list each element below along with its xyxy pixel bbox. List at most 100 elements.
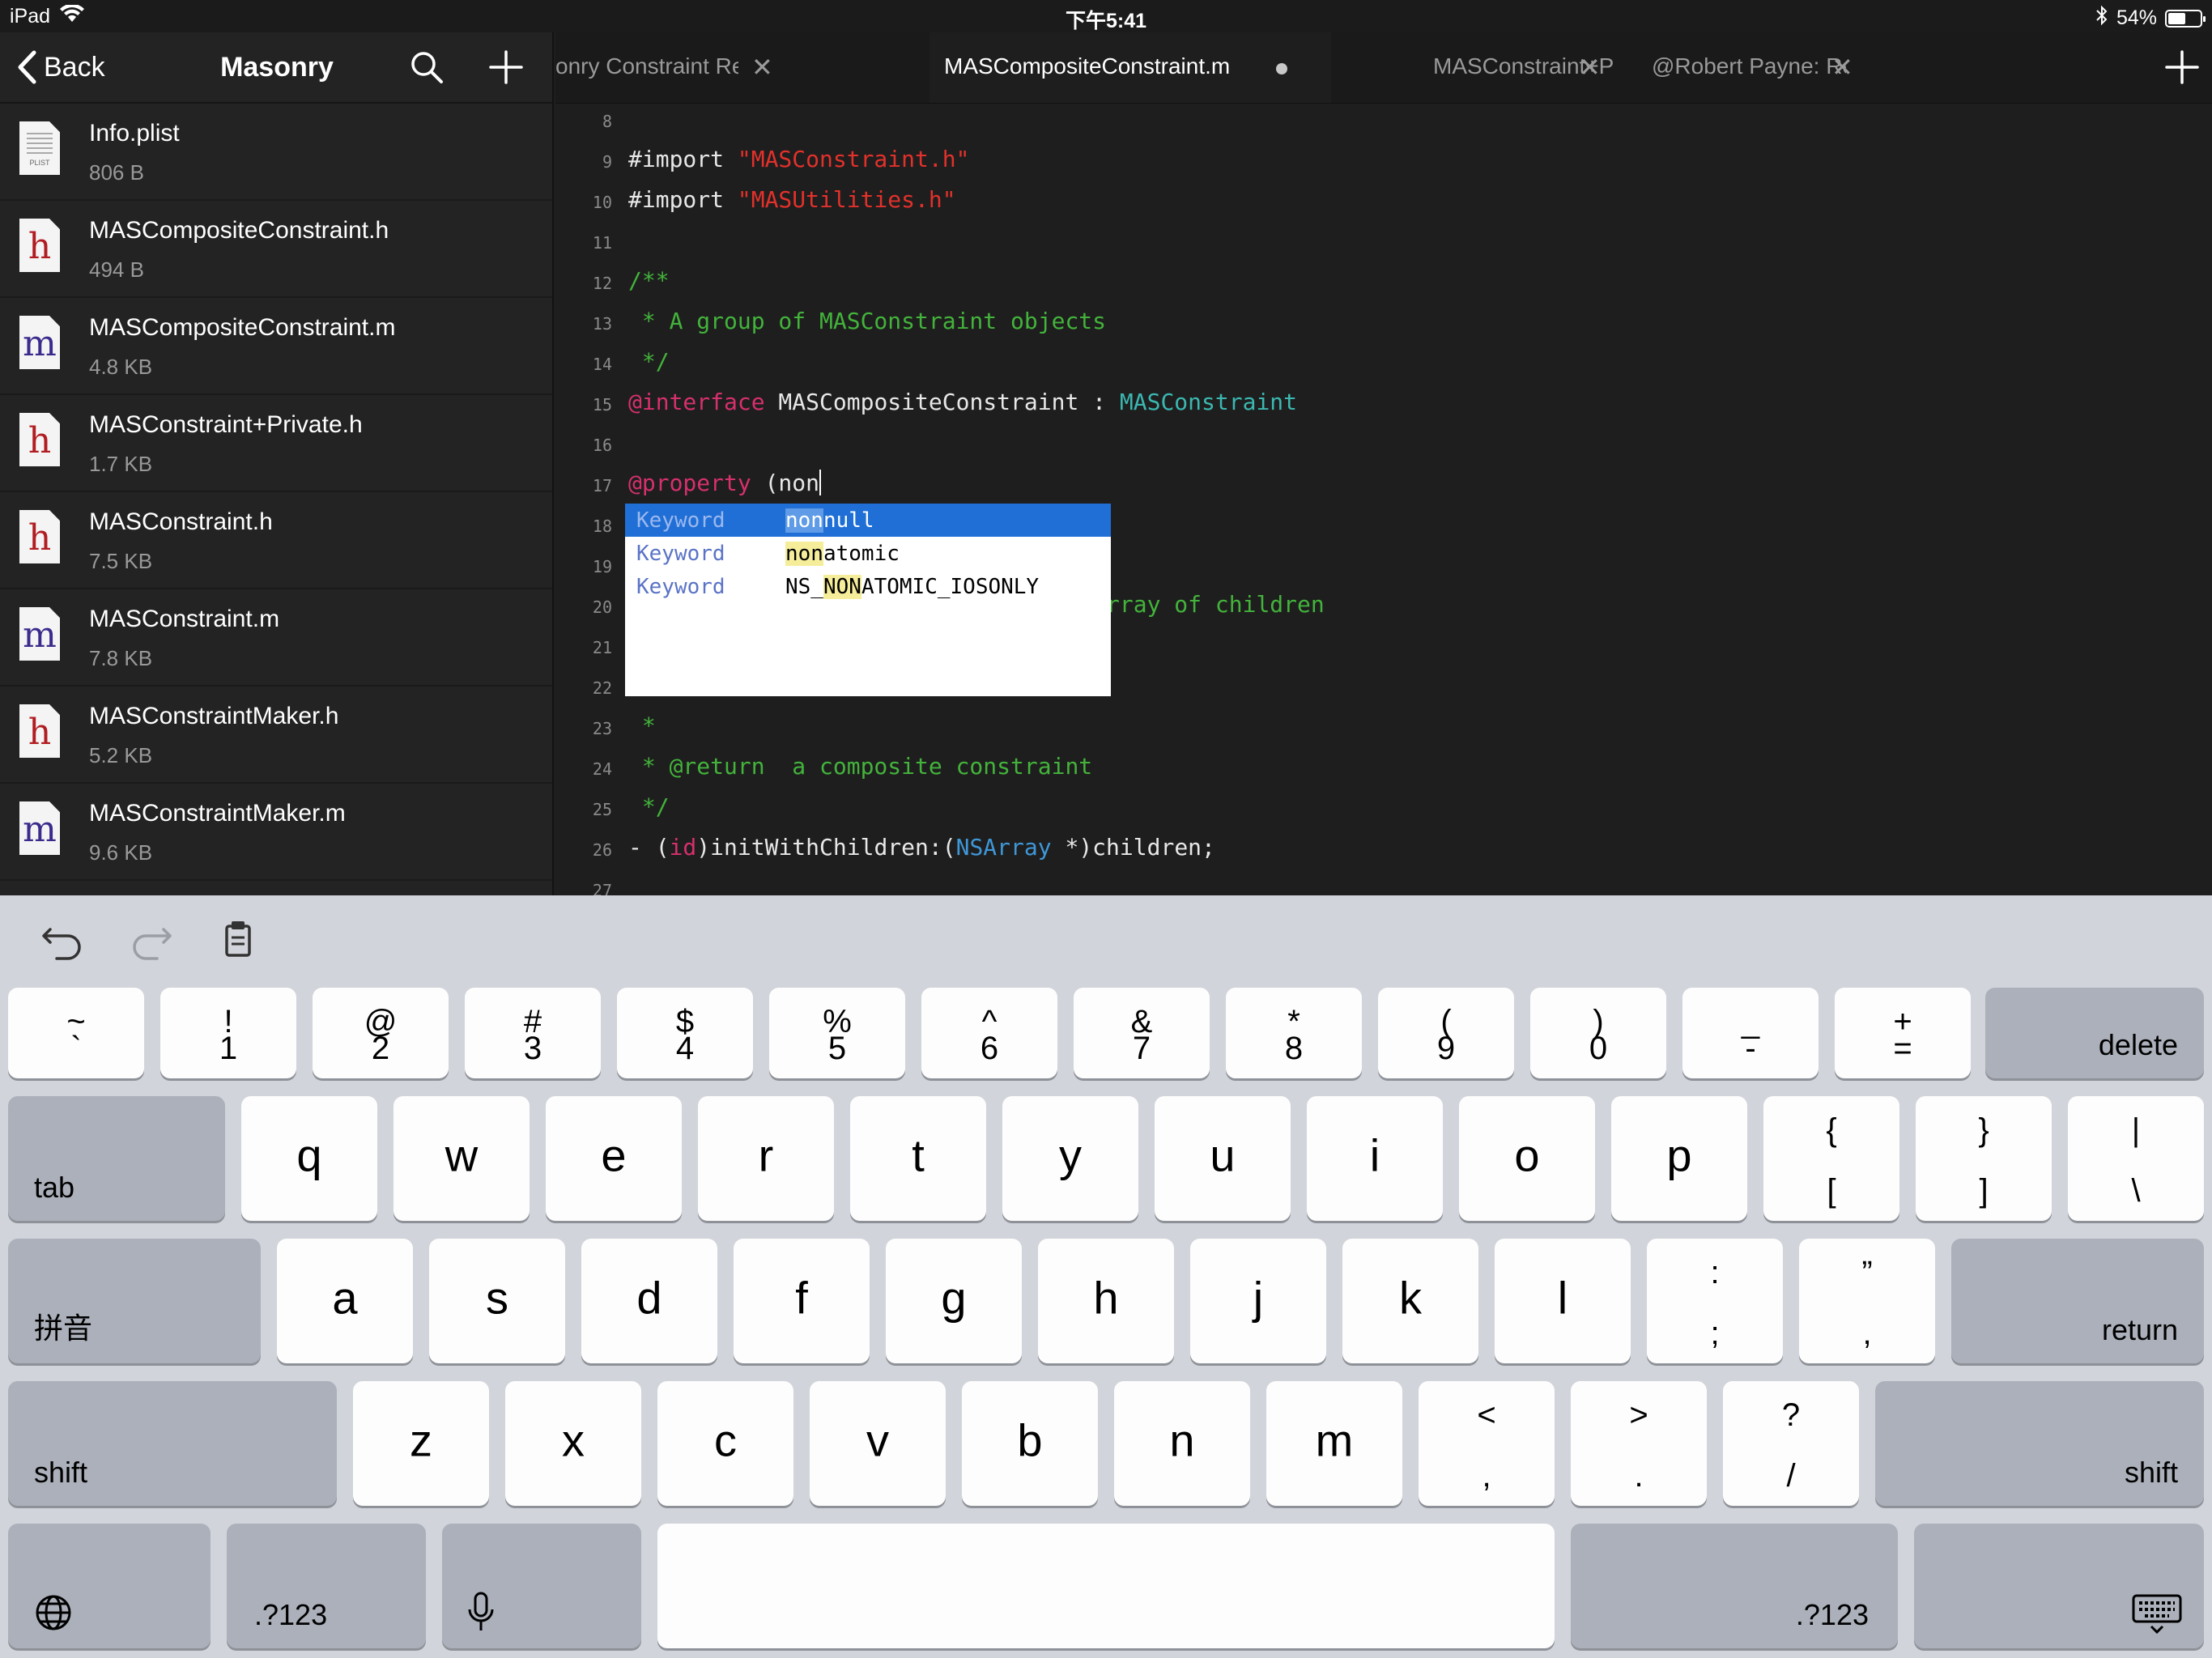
key-4[interactable]: $4 — [617, 988, 753, 1078]
key-t[interactable]: t — [850, 1096, 986, 1221]
key-=[interactable]: + = — [1835, 988, 1971, 1078]
code-text: * — [628, 712, 656, 739]
space-key[interactable] — [657, 1524, 1555, 1648]
key-punct[interactable]: :; — [1647, 1239, 1783, 1363]
key-s[interactable]: s — [429, 1239, 565, 1363]
file-item[interactable]: m MASConstraint.m 7.8 KB — [0, 589, 552, 687]
key-c[interactable]: c — [657, 1381, 793, 1506]
code-line: 14 */ — [555, 342, 2212, 382]
autocomplete-item[interactable]: Keyword nonnull — [625, 504, 1111, 537]
tab[interactable]: MASConstraint+Private.h✕ — [1373, 32, 1613, 103]
key-y[interactable]: y — [1002, 1096, 1138, 1221]
shift-left-key[interactable]: shift — [8, 1381, 337, 1506]
key-i[interactable]: i — [1307, 1096, 1443, 1221]
key-g[interactable]: g — [886, 1239, 1022, 1363]
file-item[interactable]: m MASCompositeConstraint.m 4.8 KB — [0, 298, 552, 395]
numbers-key-right[interactable]: .?123 — [1571, 1524, 1898, 1648]
globe-key[interactable] — [8, 1524, 211, 1648]
line-number: 26 — [592, 840, 612, 860]
delete-key[interactable]: delete — [1985, 988, 2204, 1078]
key-0[interactable]: ) 0 — [1530, 988, 1666, 1078]
key-9[interactable]: (9 — [1378, 988, 1514, 1078]
hide-keyboard-key[interactable] — [1914, 1524, 2204, 1648]
back-button[interactable]: Back — [16, 50, 105, 84]
paste-icon[interactable] — [215, 916, 261, 962]
key-2[interactable]: @2 — [313, 988, 449, 1078]
key-e[interactable]: e — [546, 1096, 682, 1221]
key-p[interactable]: p — [1611, 1096, 1747, 1221]
key-x[interactable]: x — [505, 1381, 641, 1506]
key-char: a — [332, 1272, 358, 1324]
key-3[interactable]: #3 — [465, 988, 601, 1078]
key-shift-char: } — [1978, 1112, 1989, 1148]
close-tab-icon[interactable]: ✕ — [1831, 52, 1853, 83]
file-item[interactable]: PLIST Info.plist 806 B — [0, 104, 552, 201]
file-item[interactable]: m MASConstraintMaker.m 9.6 KB — [0, 784, 552, 881]
line-number: 12 — [592, 274, 612, 293]
key-label: .?123 — [254, 1598, 328, 1631]
key-h[interactable]: h — [1038, 1239, 1174, 1363]
code-token: /** — [628, 267, 670, 294]
key-punct[interactable]: ”, — [1799, 1239, 1935, 1363]
key-`[interactable]: ~ ` — [8, 988, 144, 1078]
add-file-icon[interactable] — [487, 49, 525, 86]
key-l[interactable]: l — [1495, 1239, 1631, 1363]
new-tab-icon[interactable] — [2163, 49, 2201, 86]
file-item[interactable]: h MASCompositeConstraint.h 494 B — [0, 201, 552, 298]
tab[interactable]: sonry Constraint Remake.... ✕ — [555, 32, 781, 103]
key-v[interactable]: v — [810, 1381, 946, 1506]
file-icon-glyph: h — [28, 517, 52, 559]
file-item[interactable]: h MASConstraint.h 7.5 KB — [0, 492, 552, 589]
key-punct[interactable]: <, — [1419, 1381, 1555, 1506]
key-1[interactable]: ! 1 — [160, 988, 296, 1078]
key-char: - — [1745, 1031, 1756, 1066]
code-line: 26 - (id)initWithChildren:(NSArray *)chil… — [555, 827, 2212, 868]
key-k[interactable]: k — [1342, 1239, 1478, 1363]
autocomplete-item[interactable]: Keyword NS_NONATOMIC_IOSONLY — [625, 570, 1111, 603]
key-f[interactable]: f — [734, 1239, 870, 1363]
file-item[interactable]: h MASConstraintMaker.h 5.2 KB — [0, 687, 552, 784]
pinyin-key[interactable]: 拼音 — [8, 1239, 261, 1363]
undo-icon[interactable] — [40, 916, 86, 962]
key-b[interactable]: b — [962, 1381, 1098, 1506]
search-icon[interactable] — [408, 49, 445, 86]
autocomplete-item[interactable]: Keyword nonatomic — [625, 537, 1111, 570]
redo-icon[interactable] — [128, 916, 173, 962]
key-5[interactable]: % 5 — [769, 988, 905, 1078]
close-tab-icon[interactable]: ✕ — [751, 52, 773, 83]
file-item[interactable]: h MASConstraint+Private.h 1.7 KB — [0, 395, 552, 492]
key-bracket[interactable]: {[ — [1763, 1096, 1899, 1221]
tab[interactable]: @Robert Payne: Revert "Set...✕ — [1623, 32, 1861, 103]
key-char: z — [410, 1414, 432, 1466]
key-label: shift — [34, 1456, 88, 1489]
shift-right-key[interactable]: shift — [1875, 1381, 2204, 1506]
key-punct[interactable]: ? / — [1723, 1381, 1859, 1506]
key-char: , — [1862, 1316, 1872, 1351]
dictation-key[interactable] — [442, 1524, 641, 1648]
key-u[interactable]: u — [1155, 1096, 1291, 1221]
key-z[interactable]: z — [353, 1381, 489, 1506]
back-label: Back — [44, 51, 105, 83]
code-editor[interactable]: 8 9 #import "MASConstraint.h" 10 #import "MA… — [555, 104, 2212, 895]
key-n[interactable]: n — [1114, 1381, 1250, 1506]
key-d[interactable]: d — [581, 1239, 717, 1363]
key--[interactable]: _ - — [1682, 988, 1819, 1078]
key-6[interactable]: ^ 6 — [921, 988, 1057, 1078]
key-j[interactable]: j — [1190, 1239, 1326, 1363]
key-punct[interactable]: >. — [1571, 1381, 1707, 1506]
close-tab-icon[interactable]: ✕ — [1579, 52, 1601, 83]
key-bracket[interactable]: }] — [1916, 1096, 2052, 1221]
key-8[interactable]: * 8 — [1226, 988, 1362, 1078]
tab[interactable]: MASCompositeConstraint.m — [929, 32, 1331, 103]
tab-key[interactable]: tab — [8, 1096, 225, 1221]
key-7[interactable]: & 7 — [1074, 988, 1210, 1078]
key-m[interactable]: m — [1266, 1381, 1402, 1506]
key-w[interactable]: w — [393, 1096, 530, 1221]
key-o[interactable]: o — [1459, 1096, 1595, 1221]
return-key[interactable]: return — [1951, 1239, 2204, 1363]
key-q[interactable]: q — [241, 1096, 377, 1221]
key-r[interactable]: r — [698, 1096, 834, 1221]
key-bracket[interactable]: | \ — [2068, 1096, 2204, 1221]
key-a[interactable]: a — [277, 1239, 413, 1363]
numbers-key-left[interactable]: .?123 — [227, 1524, 426, 1648]
